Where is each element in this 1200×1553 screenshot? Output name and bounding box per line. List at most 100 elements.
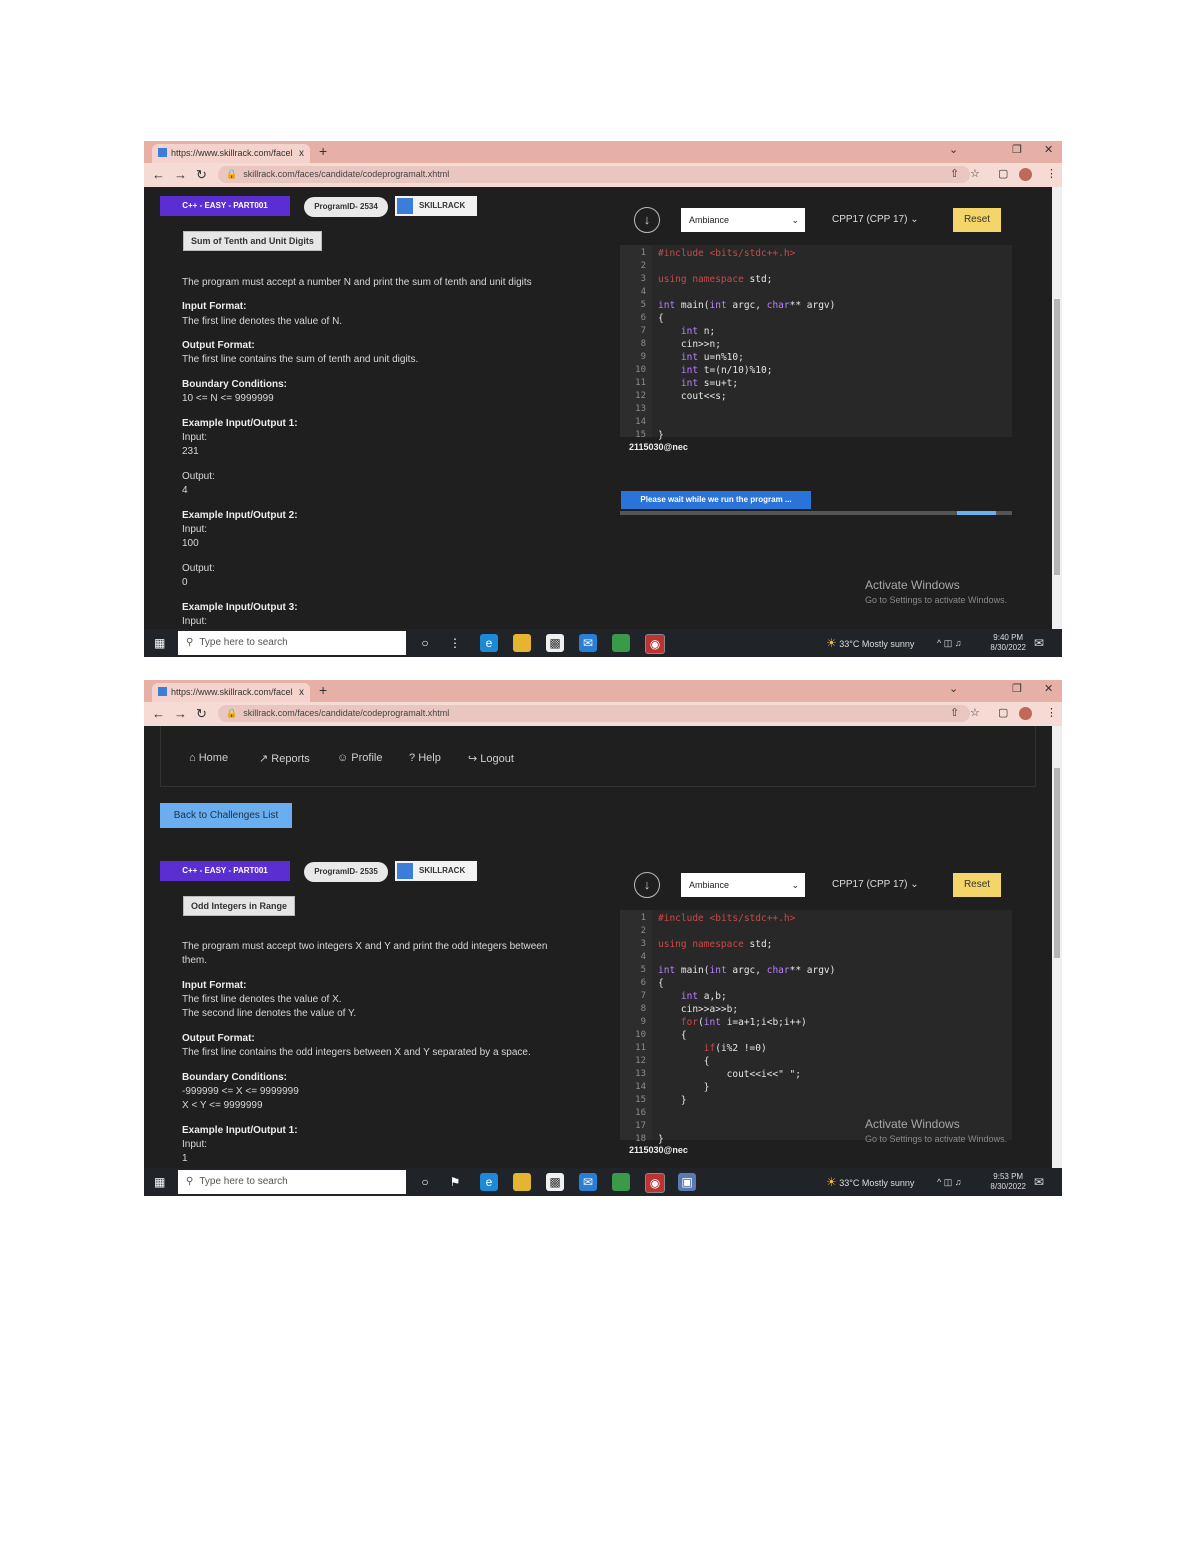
example-1-input-label: Input:: [182, 432, 208, 443]
home-icon: ⌂: [189, 752, 196, 764]
skillrack-logo-icon: [397, 198, 413, 214]
side-panel-icon[interactable]: ▢: [998, 706, 1008, 719]
edge-icon[interactable]: e: [480, 1173, 498, 1191]
progress-fill: [957, 511, 997, 515]
code-editor[interactable]: 1 2 3 4 5 6 7 8 9 10 11 12 13 14 15 #include <bits/std…: [620, 245, 1012, 441]
tray-icons[interactable]: ^ ◫ ♫: [937, 1168, 961, 1196]
problem-title: Sum of Tenth and Unit Digits: [183, 231, 322, 251]
restore-icon[interactable]: ❐: [1012, 682, 1022, 695]
code-line: int s=u+t;: [680, 378, 739, 389]
reload-icon[interactable]: ↻: [196, 706, 207, 722]
close-tab-icon[interactable]: x: [299, 683, 304, 702]
taskbar-search[interactable]: ⚲ Type here to search: [178, 1170, 406, 1194]
nav-profile[interactable]: ☺ Profile: [337, 752, 382, 764]
new-tab-button[interactable]: +: [319, 143, 327, 159]
nav-reports[interactable]: ↗ Reports: [259, 752, 310, 765]
weather-widget[interactable]: ☀ 33°C Mostly sunny: [826, 1168, 914, 1196]
new-tab-button[interactable]: +: [319, 682, 327, 698]
nav-home[interactable]: ⌂ Home: [189, 752, 228, 764]
edge-icon[interactable]: e: [480, 634, 498, 652]
bookmark-star-icon[interactable]: ☆: [970, 167, 980, 180]
file-explorer-icon[interactable]: [513, 1173, 531, 1191]
tray-icons[interactable]: ^ ◫ ♫: [937, 629, 961, 657]
close-window-icon[interactable]: ✕: [1044, 143, 1053, 156]
scrollbar-thumb[interactable]: [1054, 299, 1060, 575]
taskbar-clock[interactable]: 9:53 PM 8/30/2022: [990, 1172, 1026, 1192]
language-select[interactable]: CPP17 (CPP 17) ⌄: [832, 208, 919, 232]
code-line: int main(int argc, char** argv): [658, 300, 836, 311]
taskbar-search[interactable]: ⚲ Type here to search: [178, 631, 406, 655]
language-select[interactable]: CPP17 (CPP 17) ⌄: [832, 873, 919, 897]
file-explorer-icon[interactable]: [513, 634, 531, 652]
download-icon[interactable]: ↓: [634, 872, 660, 898]
download-icon[interactable]: ↓: [634, 207, 660, 233]
reset-button[interactable]: Reset: [953, 208, 1001, 232]
scrollbar-thumb[interactable]: [1054, 768, 1060, 958]
mail-icon[interactable]: ✉: [579, 1173, 597, 1191]
profile-avatar[interactable]: [1019, 168, 1032, 181]
menu-dots-icon[interactable]: ⋮: [1046, 706, 1057, 719]
mail-icon[interactable]: ✉: [579, 634, 597, 652]
line-gutter: 1 2 3 4 5 6 7 8 9 10 11 12 13 14 15: [620, 245, 652, 440]
profile-avatar[interactable]: [1019, 707, 1032, 720]
app-icon[interactable]: [612, 634, 630, 652]
cortana-icon[interactable]: ○: [416, 1173, 434, 1191]
skillrack-logo: SKILLRACK: [395, 196, 477, 216]
share-icon[interactable]: ⇧: [950, 706, 959, 719]
windows-start-icon[interactable]: ▦: [154, 1175, 168, 1189]
side-panel-icon[interactable]: ▢: [998, 167, 1008, 180]
browser-tab-bar: https://www.skillrack.com/facel x + ⌄ ❐ …: [144, 680, 1062, 702]
page-scrollbar[interactable]: [1052, 726, 1062, 1168]
store-icon[interactable]: ▩: [546, 1173, 564, 1191]
close-tab-icon[interactable]: x: [299, 144, 304, 163]
nav-help[interactable]: ? Help: [409, 752, 441, 764]
theme-select[interactable]: Ambiance ⌄: [681, 873, 805, 897]
nav-logout[interactable]: ↪ Logout: [468, 752, 514, 765]
forward-arrow-icon[interactable]: →: [174, 706, 187, 721]
reset-button[interactable]: Reset: [953, 873, 1001, 897]
line-number: 4: [640, 287, 646, 297]
problem-title: Odd Integers in Range: [183, 896, 296, 916]
weather-widget[interactable]: ☀ 33°C Mostly sunny: [826, 629, 914, 657]
task-view-icon[interactable]: ⋮: [446, 634, 464, 652]
cortana-icon[interactable]: ○: [416, 634, 434, 652]
wait-status: Please wait while we run the program ...: [621, 491, 811, 509]
chrome-icon[interactable]: ◉: [645, 634, 665, 654]
address-bar[interactable]: 🔒 skillrack.com/faces/candidate/codeprogr…: [218, 166, 970, 183]
clock-date: 8/30/2022: [990, 643, 1026, 652]
close-window-icon[interactable]: ✕: [1044, 682, 1053, 695]
line-number: 2: [640, 261, 646, 271]
code-line: }: [658, 430, 664, 441]
back-arrow-icon[interactable]: ←: [152, 167, 165, 182]
share-icon[interactable]: ⇧: [950, 167, 959, 180]
back-to-challenges-button[interactable]: Back to Challenges List: [160, 803, 292, 828]
task-view-icon[interactable]: ⚑: [446, 1173, 464, 1191]
theme-select[interactable]: Ambiance ⌄: [681, 208, 805, 232]
line-number: 7: [640, 326, 646, 336]
address-bar[interactable]: 🔒 skillrack.com/faces/candidate/codeprogr…: [218, 705, 970, 722]
tab-search-icon[interactable]: ⌄: [949, 682, 958, 695]
notification-icon[interactable]: ✉: [1034, 629, 1044, 657]
bookmark-star-icon[interactable]: ☆: [970, 706, 980, 719]
windows-start-icon[interactable]: ▦: [154, 636, 168, 650]
taskbar-clock[interactable]: 9:40 PM 8/30/2022: [990, 633, 1026, 653]
browser-tab[interactable]: https://www.skillrack.com/facel x: [152, 683, 310, 702]
chrome-icon[interactable]: ◉: [645, 1173, 665, 1193]
notification-icon[interactable]: ✉: [1034, 1168, 1044, 1196]
restore-icon[interactable]: ❐: [1012, 143, 1022, 156]
app-icon[interactable]: [612, 1173, 630, 1191]
photos-icon[interactable]: ▣: [678, 1173, 696, 1191]
page-scrollbar[interactable]: [1052, 187, 1062, 629]
store-icon[interactable]: ▩: [546, 634, 564, 652]
tab-search-icon[interactable]: ⌄: [949, 143, 958, 156]
logo-text: SKILLRACK: [419, 866, 466, 875]
reload-icon[interactable]: ↻: [196, 167, 207, 183]
line-number: 16: [635, 1108, 646, 1118]
menu-dots-icon[interactable]: ⋮: [1046, 167, 1057, 180]
code-editor[interactable]: 1 2 3 4 5 6 7 8 9 10 11 12 13 14 15 16 17 18 #include <bi…: [620, 910, 1012, 1145]
forward-arrow-icon[interactable]: →: [174, 167, 187, 182]
skillrack-logo-icon: [397, 863, 413, 879]
help-icon: ?: [409, 752, 416, 764]
browser-tab[interactable]: https://www.skillrack.com/facel x: [152, 144, 310, 163]
back-arrow-icon[interactable]: ←: [152, 706, 165, 721]
